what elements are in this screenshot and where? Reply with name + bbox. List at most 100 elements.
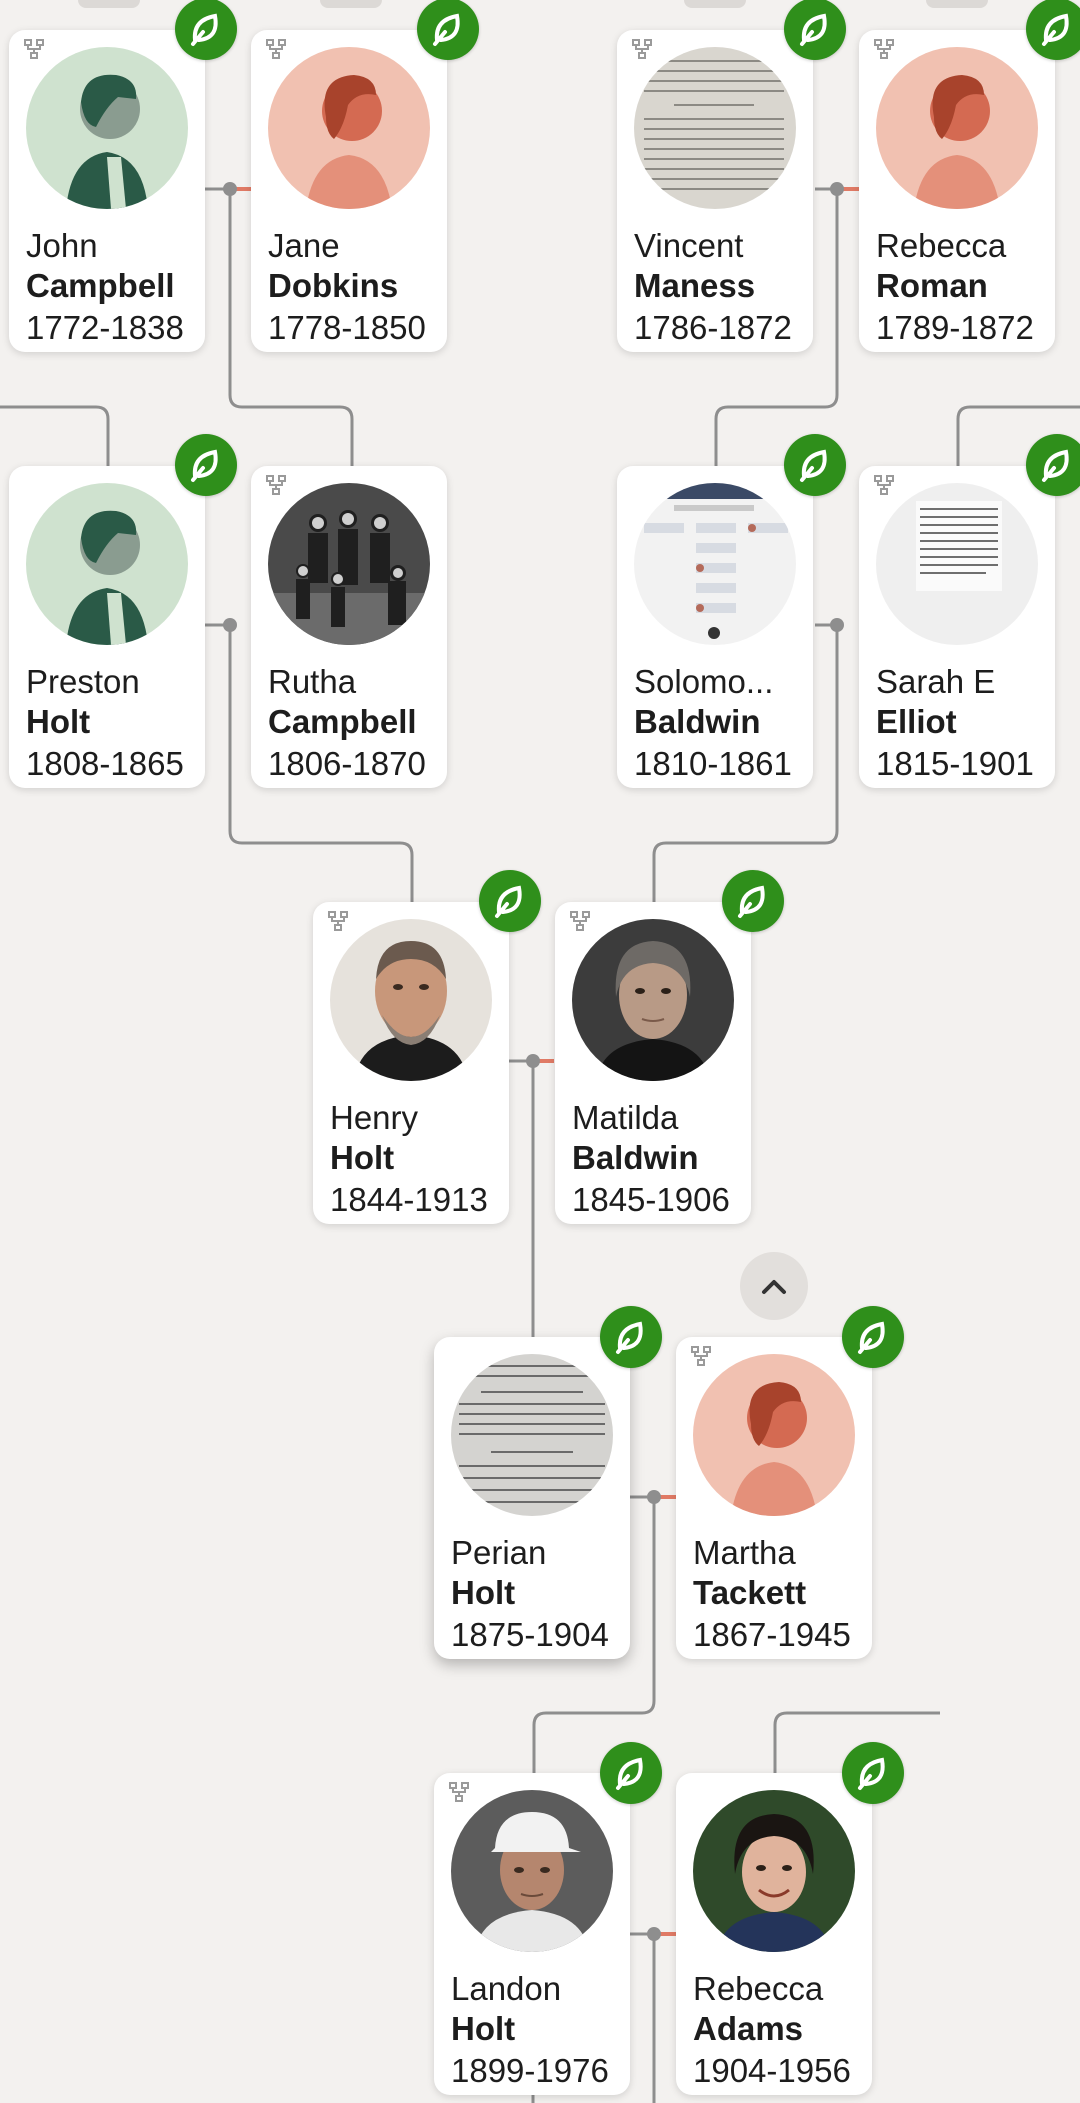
offscreen-ancestor-stub [684,0,746,8]
person-card[interactable]: Vincent Maness 1786-1872 [617,30,813,352]
family-tree-icon [24,39,44,59]
family-tree-icon [266,475,286,495]
family-tree-icon [691,1346,711,1366]
male-silhouette-avatar [26,47,188,209]
person-last-name: Roman [876,267,988,304]
leaf-hint-icon[interactable] [479,870,541,932]
offscreen-ancestor-stub [320,0,382,8]
person-card[interactable]: Martha Tackett 1867-1945 [676,1337,872,1659]
family-tree-icon [570,911,590,931]
person-life-dates: 1789-1872 [876,309,1034,346]
person-last-name: Baldwin [634,703,761,740]
handwritten-record-avatar [451,1354,613,1516]
person-life-dates: 1815-1901 [876,745,1034,782]
family-group-photo-avatar [268,483,430,645]
person-last-name: Baldwin [572,1139,699,1176]
family-tree-icon [874,39,894,59]
leaf-hint-icon[interactable] [842,1742,904,1804]
family-tree-icon [632,39,652,59]
person-life-dates: 1806-1870 [268,745,426,782]
person-life-dates: 1904-1956 [693,2052,851,2089]
offscreen-ancestor-stub [78,0,140,8]
person-first-name: Landon [451,1970,562,2007]
person-life-dates: 1772-1838 [26,309,184,346]
family-tree-icon [266,39,286,59]
person-first-name: Perian [451,1534,547,1571]
person-first-name: Rebecca [693,1970,824,2007]
person-life-dates: 1810-1861 [634,745,792,782]
person-card[interactable]: Henry Holt 1844-1913 [313,902,509,1224]
person-last-name: Holt [330,1139,395,1176]
leaf-hint-icon[interactable] [600,1742,662,1804]
female-silhouette-avatar [693,1354,855,1516]
person-first-name: Jane [268,227,340,264]
family-tree-icon [328,911,348,931]
leaf-hint-icon[interactable] [175,0,237,60]
leaf-hint-icon[interactable] [175,434,237,496]
male-silhouette-avatar [26,483,188,645]
leaf-hint-icon[interactable] [784,0,846,60]
family-tree-icon [449,1782,469,1802]
collapse-ancestors-button[interactable] [740,1252,808,1320]
person-first-name: John [26,227,98,264]
leaf-hint-icon[interactable] [842,1306,904,1368]
person-card-selected[interactable]: Perian Holt 1875-1904 [434,1337,630,1659]
person-card[interactable]: Rebecca Roman 1789-1872 [859,30,1055,352]
leaf-hint-icon[interactable] [600,1306,662,1368]
person-first-name: Henry [330,1099,419,1136]
person-last-name: Tackett [693,1574,807,1611]
person-card[interactable]: Sarah E Elliot 1815-1901 [859,466,1055,788]
person-first-name: Matilda [572,1099,679,1136]
leaf-hint-icon[interactable] [722,870,784,932]
person-card[interactable]: Jane Dobkins 1778-1850 [251,30,447,352]
person-life-dates: 1808-1865 [26,745,184,782]
family-tree-canvas[interactable]: John Campbell 1772-1838 Jane Dobkins 177… [0,0,1080,2103]
leaf-hint-icon[interactable] [1026,434,1080,496]
leaf-hint-icon[interactable] [1026,0,1080,60]
person-card[interactable]: Rutha Campbell 1806-1870 [251,466,447,788]
person-card[interactable]: John Campbell 1772-1838 [9,30,205,352]
person-life-dates: 1786-1872 [634,309,792,346]
person-first-name: Rutha [268,663,357,700]
chevron-up-icon [762,1280,786,1294]
webpage-screenshot-avatar [634,483,796,645]
bearded-man-portrait-avatar [330,919,492,1081]
person-first-name: Rebecca [876,227,1007,264]
elderly-woman-portrait-avatar [572,919,734,1081]
female-silhouette-avatar [268,47,430,209]
person-card[interactable]: Rebecca Adams 1904-1956 [676,1773,872,2095]
person-last-name: Campbell [268,703,417,740]
person-last-name: Holt [451,2010,516,2047]
person-last-name: Holt [26,703,91,740]
person-card[interactable]: Landon Holt 1899-1976 [434,1773,630,2095]
person-last-name: Adams [693,2010,804,2047]
person-last-name: Elliot [876,703,957,740]
newspaper-clipping-avatar [876,483,1038,645]
person-last-name: Maness [634,267,756,304]
person-first-name: Vincent [634,227,744,264]
family-tree-icon [874,475,894,495]
person-first-name: Preston [26,663,140,700]
person-first-name: Sarah E [876,663,996,700]
person-last-name: Campbell [26,267,175,304]
person-life-dates: 1844-1913 [330,1181,488,1218]
leaf-hint-icon[interactable] [784,434,846,496]
person-life-dates: 1778-1850 [268,309,426,346]
person-last-name: Holt [451,1574,516,1611]
person-card[interactable]: Preston Holt 1808-1865 [9,466,205,788]
person-first-name: Martha [693,1534,796,1571]
man-white-cap-portrait-avatar [451,1790,613,1952]
smiling-woman-portrait-avatar [693,1790,855,1952]
document-photo-avatar [634,47,796,209]
person-life-dates: 1875-1904 [451,1616,609,1653]
person-first-name: Solomo... [634,663,774,700]
leaf-hint-icon[interactable] [417,0,479,60]
person-life-dates: 1867-1945 [693,1616,851,1653]
person-life-dates: 1845-1906 [572,1181,730,1218]
person-card[interactable]: Matilda Baldwin 1845-1906 [555,902,751,1224]
offscreen-ancestor-stub [926,0,988,8]
person-last-name: Dobkins [268,267,399,304]
female-silhouette-avatar [876,47,1038,209]
person-life-dates: 1899-1976 [451,2052,609,2089]
person-card[interactable]: Solomo... Baldwin 1810-1861 [617,466,813,788]
